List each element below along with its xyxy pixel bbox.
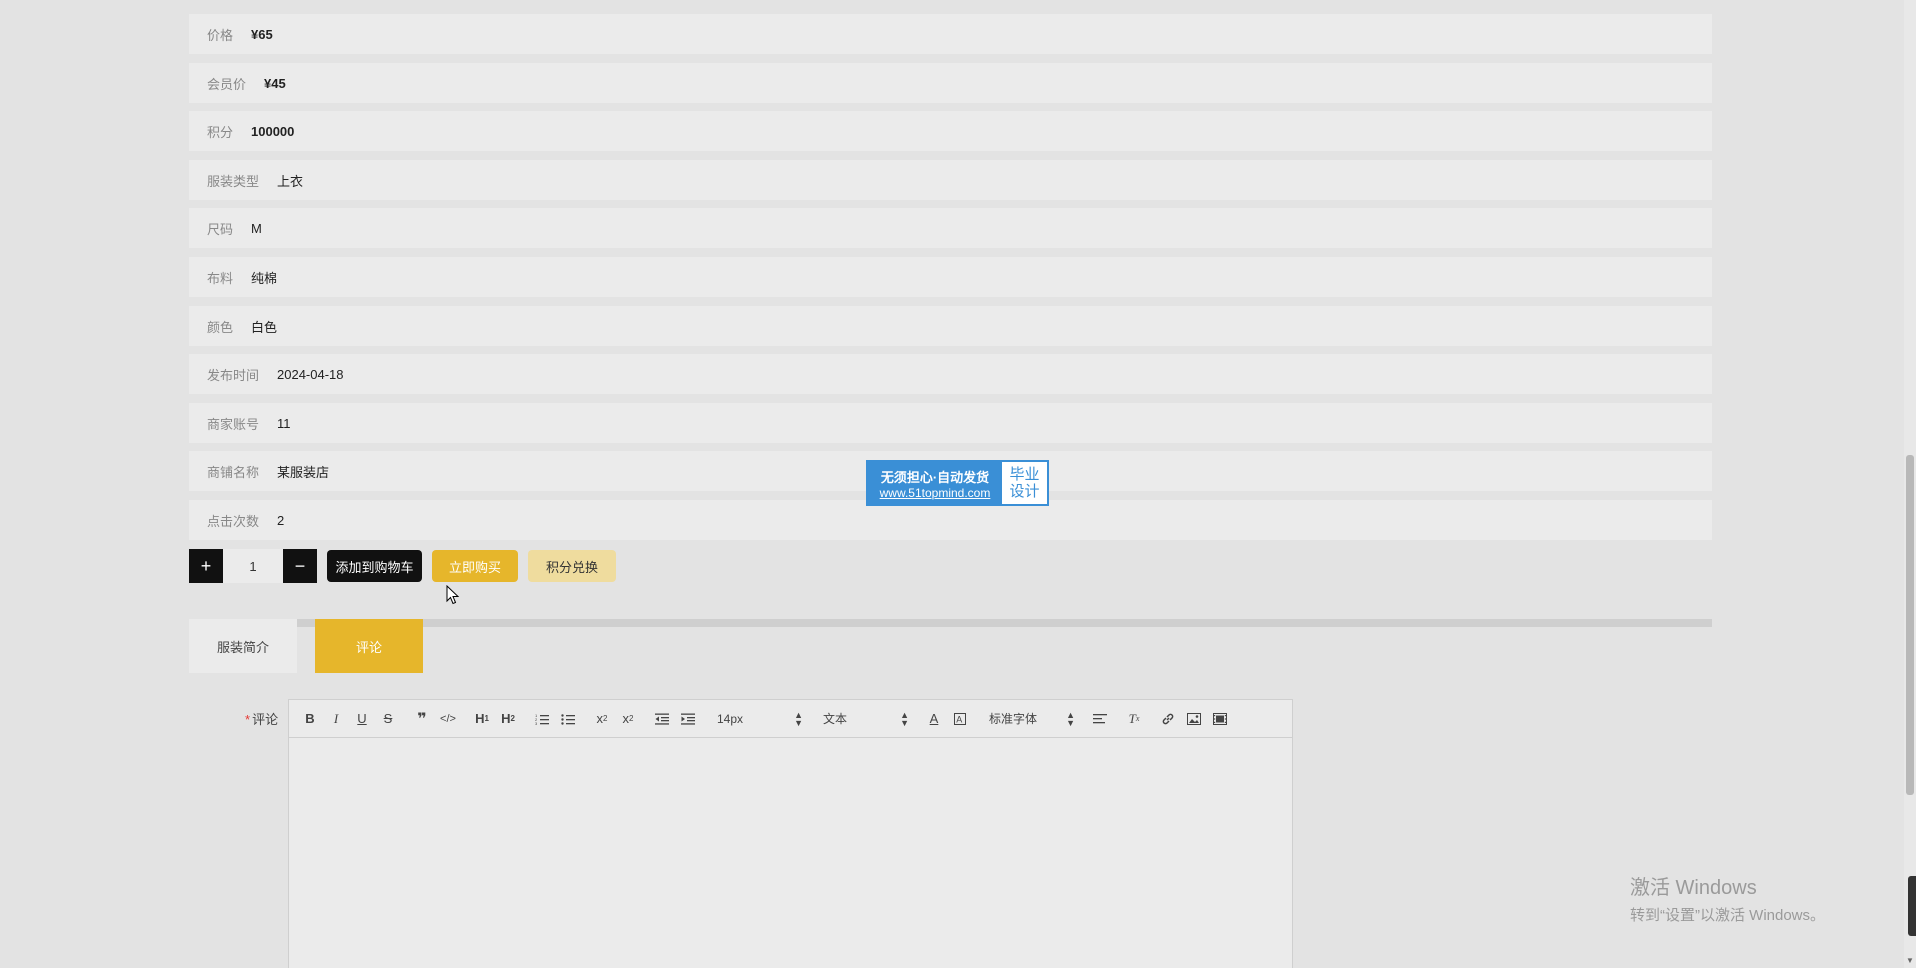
italic-icon[interactable]: I bbox=[323, 707, 349, 731]
font-size-value: 14px bbox=[717, 711, 744, 726]
comment-editor: B I U S ❞ </> H1 H2 123 x2 x2 14px ▲ ▼ 文… bbox=[288, 699, 1293, 968]
text-style-select[interactable]: 文本 ▲ ▼ bbox=[817, 707, 913, 731]
price-value: ¥65 bbox=[251, 26, 273, 42]
select-arrows-icon: ▲ ▼ bbox=[794, 709, 803, 728]
info-row-color: 颜色 白色 bbox=[189, 306, 1712, 346]
bold-icon[interactable]: B bbox=[297, 707, 323, 731]
price-label: 价格 bbox=[207, 27, 234, 43]
font-color-icon[interactable]: A bbox=[921, 707, 947, 731]
info-row-publish-date: 发布时间 2024-04-18 bbox=[189, 354, 1712, 394]
promo-badge[interactable]: 无须担心·自动发货 www.51topmind.com 毕业 设计 bbox=[866, 460, 1049, 506]
size-label: 尺码 bbox=[207, 221, 234, 237]
fabric-label: 布料 bbox=[207, 270, 234, 286]
size-value: M bbox=[251, 220, 262, 236]
promo-left: 无须担心·自动发货 www.51topmind.com bbox=[868, 462, 1002, 504]
heading1-icon[interactable]: H1 bbox=[469, 707, 495, 731]
blockquote-icon[interactable]: ❞ bbox=[409, 707, 435, 731]
fabric-value: 纯棉 bbox=[251, 270, 278, 286]
info-row-clothing-type: 服装类型 上衣 bbox=[189, 160, 1712, 200]
color-label: 颜色 bbox=[207, 319, 234, 335]
quantity-plus-button[interactable]: + bbox=[189, 549, 223, 583]
link-icon[interactable] bbox=[1155, 707, 1181, 731]
publish-date-value: 2024-04-18 bbox=[277, 366, 344, 382]
click-count-value: 2 bbox=[277, 512, 285, 528]
comment-field-label: * 评论 bbox=[245, 709, 278, 728]
info-row-merchant-account: 商家账号 11 bbox=[189, 403, 1712, 443]
page-scrollbar[interactable]: ▼ bbox=[1904, 0, 1916, 968]
publish-date-label: 发布时间 bbox=[207, 367, 260, 383]
strikethrough-icon[interactable]: S bbox=[375, 707, 401, 731]
shop-name-label: 商铺名称 bbox=[207, 464, 260, 480]
watermark-line2: 转到“设置”以激活 Windows。 bbox=[1630, 907, 1826, 924]
shop-name-value: 某服装店 bbox=[277, 464, 330, 480]
underline-icon[interactable]: U bbox=[349, 707, 375, 731]
promo-line1: 无须担心·自动发货 bbox=[880, 469, 990, 485]
purchase-actions: + − 添加到购物车 立即购买 积分兑换 bbox=[189, 549, 616, 583]
outdent-icon[interactable] bbox=[649, 707, 675, 731]
clear-format-icon[interactable]: Tx bbox=[1121, 707, 1147, 731]
buy-now-button[interactable]: 立即购买 bbox=[432, 550, 518, 582]
clothing-type-label: 服装类型 bbox=[207, 173, 260, 189]
scroll-down-icon[interactable]: ▼ bbox=[1905, 956, 1915, 966]
heading2-icon[interactable]: H2 bbox=[495, 707, 521, 731]
align-icon[interactable] bbox=[1087, 707, 1113, 731]
promo-right: 毕业 设计 bbox=[1002, 462, 1047, 504]
code-icon[interactable]: </> bbox=[435, 707, 461, 731]
mouse-cursor-icon bbox=[446, 584, 460, 608]
info-row-size: 尺码 M bbox=[189, 208, 1712, 248]
info-row-member-price: 会员价 ¥45 bbox=[189, 63, 1712, 103]
watermark-line1: 激活 Windows bbox=[1630, 877, 1757, 899]
scrollbar-thumb[interactable] bbox=[1906, 455, 1914, 795]
member-price-value: ¥45 bbox=[264, 75, 286, 91]
info-row-click-count: 点击次数 2 bbox=[189, 500, 1712, 540]
promo-line2: www.51topmind.com bbox=[879, 485, 991, 500]
video-icon[interactable] bbox=[1207, 707, 1233, 731]
select-arrows-icon: ▲ ▼ bbox=[1066, 709, 1075, 728]
editor-toolbar: B I U S ❞ </> H1 H2 123 x2 x2 14px ▲ ▼ 文… bbox=[289, 700, 1292, 738]
ordered-list-icon[interactable]: 123 bbox=[529, 707, 555, 731]
clothing-type-value: 上衣 bbox=[277, 173, 304, 189]
promo-right2: 设计 bbox=[1009, 483, 1040, 500]
required-mark: * bbox=[245, 712, 251, 727]
tab-clothing-intro[interactable]: 服装简介 bbox=[189, 619, 297, 673]
points-exchange-button[interactable]: 积分兑换 bbox=[528, 550, 616, 582]
tab-comment[interactable]: 评论 bbox=[315, 619, 423, 673]
member-price-label: 会员价 bbox=[207, 76, 247, 92]
tabs-divider bbox=[297, 619, 1712, 627]
comment-label-text: 评论 bbox=[252, 712, 279, 727]
info-row-fabric: 布料 纯棉 bbox=[189, 257, 1712, 297]
comment-editor-body[interactable] bbox=[289, 738, 1292, 968]
quantity-minus-button[interactable]: − bbox=[283, 549, 317, 583]
font-size-select[interactable]: 14px ▲ ▼ bbox=[711, 707, 807, 731]
svg-text:3: 3 bbox=[535, 721, 538, 725]
indent-icon[interactable] bbox=[675, 707, 701, 731]
bullet-list-icon[interactable] bbox=[555, 707, 581, 731]
svg-text:A: A bbox=[956, 714, 962, 724]
image-icon[interactable] bbox=[1181, 707, 1207, 731]
select-arrows-icon: ▲ ▼ bbox=[900, 709, 909, 728]
promo-right1: 毕业 bbox=[1009, 466, 1040, 483]
detail-tabs: 服装简介 评论 bbox=[189, 619, 1712, 673]
quantity-input[interactable] bbox=[223, 549, 283, 583]
points-value: 100000 bbox=[251, 123, 295, 139]
font-family-value: 标准字体 bbox=[989, 712, 1038, 726]
font-family-select[interactable]: 标准字体 ▲ ▼ bbox=[983, 707, 1079, 731]
background-color-icon[interactable]: A bbox=[947, 707, 973, 731]
merchant-account-value: 11 bbox=[277, 415, 291, 431]
add-to-cart-button[interactable]: 添加到购物车 bbox=[327, 550, 422, 582]
text-style-value: 文本 bbox=[823, 712, 848, 726]
windows-activation-watermark: 激活 Windows 转到“设置”以激活 Windows。 bbox=[1630, 871, 1825, 925]
click-count-label: 点击次数 bbox=[207, 513, 260, 529]
info-row-points: 积分 100000 bbox=[189, 111, 1712, 151]
info-row-price: 价格 ¥65 bbox=[189, 14, 1712, 54]
subscript-icon[interactable]: x2 bbox=[589, 707, 615, 731]
color-value: 白色 bbox=[251, 319, 278, 335]
points-label: 积分 bbox=[207, 124, 234, 140]
side-widget[interactable] bbox=[1908, 876, 1916, 936]
superscript-icon[interactable]: x2 bbox=[615, 707, 641, 731]
merchant-account-label: 商家账号 bbox=[207, 416, 260, 432]
